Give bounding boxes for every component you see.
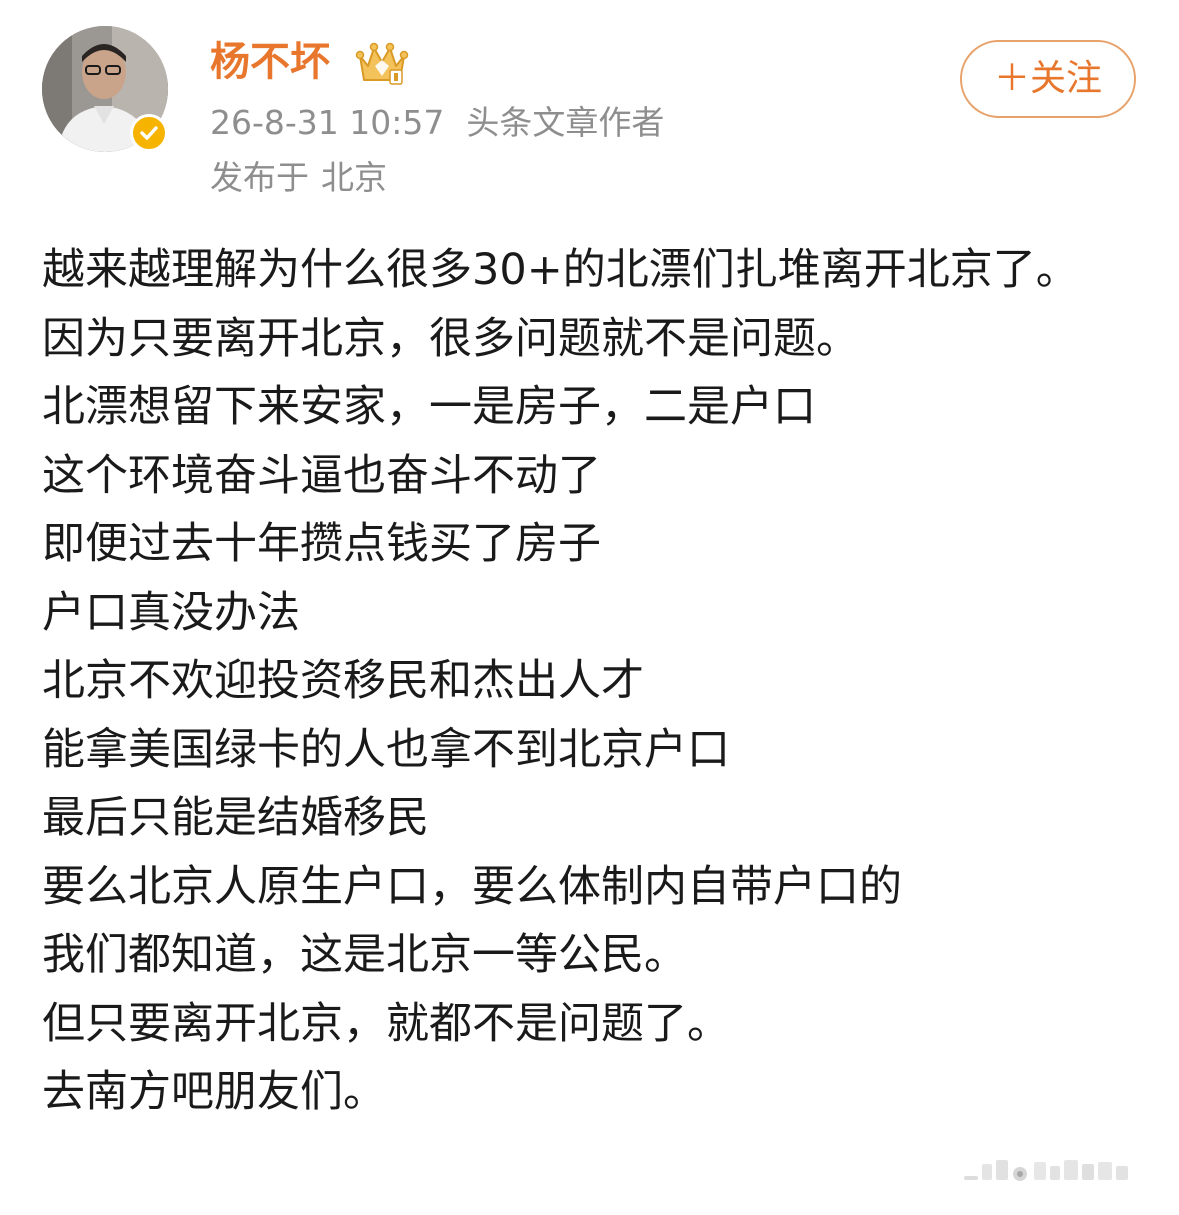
watermark-logo [960,1152,1150,1192]
follow-button[interactable]: ＋关注 [960,40,1136,118]
crown-badge-icon[interactable] [354,36,410,86]
author-name[interactable]: 杨不坏 [210,38,330,86]
post-line: 我们都知道，这是北京一等公民。 [42,930,687,980]
post-meta: 26-8-31 10:57 头条文章作者 [210,103,664,143]
post-line: 能拿美国绿卡的人也拿不到北京户口 [42,724,730,775]
post-line: 北漂想留下来安家，一是房子，二是户口 [42,382,816,432]
location-name: 北京 [321,158,387,197]
author-role: 头条文章作者 [466,103,665,142]
post-line: 因为只要离开北京，很多问题就不是问题。 [42,313,859,364]
post-location: 发布于 北京 [210,158,387,198]
verified-check-icon [130,114,168,152]
post-line: 但只要离开北京，就都不是问题了。 [42,998,730,1049]
post-content: 越来越理解为什么很多30+的北漂们扎堆离开北京了。 因为只要离开北京，很多问题就… [42,236,1137,1127]
post-line: 即便过去十年攒点钱买了房子 [42,519,601,569]
post-line: 越来越理解为什么很多30+的北漂们扎堆离开北京了。 [42,245,1079,295]
post-line: 要么北京人原生户口，要么体制内自带户口的 [42,861,902,912]
post-line: 户口真没办法 [42,587,300,638]
post-line: 最后只能是结婚移民 [42,793,429,843]
post-line: 去南方吧朋友们。 [42,1067,386,1117]
post-timestamp: 26-8-31 10:57 [210,103,445,142]
post-line: 北京不欢迎投资移民和杰出人才 [42,656,644,706]
location-prefix: 发布于 [210,158,309,197]
post-line: 这个环境奋斗逼也奋斗不动了 [42,450,601,501]
